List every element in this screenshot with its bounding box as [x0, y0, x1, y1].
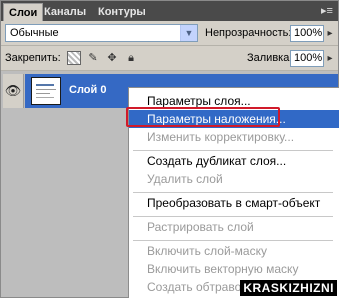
- menu-separator: [133, 240, 333, 241]
- menu-separator: [133, 192, 333, 193]
- panel-tab-bar: Слои Каналы Контуры ▸≡: [1, 1, 338, 21]
- lock-all-icon[interactable]: 🔒︎: [124, 51, 138, 65]
- lock-row: Закрепить: ✎ ✥ 🔒︎ Заливка: 100% ▸: [1, 46, 338, 71]
- context-menu: Параметры слоя... Параметры наложения...…: [128, 87, 339, 298]
- lock-move-icon[interactable]: ✥: [105, 51, 119, 65]
- lock-transparent-icon[interactable]: [67, 51, 81, 65]
- menu-separator: [133, 216, 333, 217]
- menu-item-edit-adjustment[interactable]: Изменить корректировку...: [129, 128, 339, 146]
- tab-channels[interactable]: Каналы: [39, 3, 91, 21]
- lock-label: Закрепить:: [5, 52, 61, 64]
- layer-thumbnail: [31, 77, 61, 105]
- opacity-label: Непрозрачность:: [205, 27, 292, 39]
- menu-item-convert-smart-object[interactable]: Преобразовать в смарт-объект: [129, 194, 339, 212]
- opacity-slider-arrow-icon[interactable]: ▸: [324, 25, 336, 42]
- menu-item-rasterize-layer[interactable]: Растрировать слой: [129, 218, 339, 236]
- menu-item-delete-layer[interactable]: Удалить слой: [129, 170, 339, 188]
- menu-item-enable-layer-mask[interactable]: Включить слой-маску: [129, 242, 339, 260]
- menu-item-blending-options[interactable]: Параметры наложения...: [129, 110, 339, 128]
- fill-label: Заливка:: [247, 52, 293, 64]
- menu-item-layer-properties[interactable]: Параметры слоя...: [129, 92, 339, 110]
- tab-layers[interactable]: Слои: [3, 3, 44, 21]
- eye-icon[interactable]: 👁︎: [3, 74, 24, 108]
- panel-options-icon[interactable]: ▸≡: [320, 4, 334, 18]
- menu-item-enable-vector-mask[interactable]: Включить векторную маску: [129, 260, 339, 278]
- blend-mode-value: Обычные: [10, 27, 59, 39]
- tab-paths[interactable]: Контуры: [93, 3, 151, 21]
- lock-paint-icon[interactable]: ✎: [86, 51, 100, 65]
- fill-input[interactable]: 100%: [290, 50, 324, 67]
- menu-separator: [133, 150, 333, 151]
- fill-slider-arrow-icon[interactable]: ▸: [324, 50, 336, 67]
- blend-row: Обычные ▼ Непрозрачность: 100% ▸: [1, 21, 338, 46]
- menu-item-duplicate-layer[interactable]: Создать дубликат слоя...: [129, 152, 339, 170]
- blend-mode-select[interactable]: Обычные ▼: [5, 24, 198, 42]
- layer-name: Слой 0: [69, 84, 107, 96]
- chevron-down-icon[interactable]: ▼: [180, 25, 197, 41]
- watermark: KRASKIZHIZNI: [240, 280, 337, 296]
- opacity-input[interactable]: 100%: [290, 25, 324, 42]
